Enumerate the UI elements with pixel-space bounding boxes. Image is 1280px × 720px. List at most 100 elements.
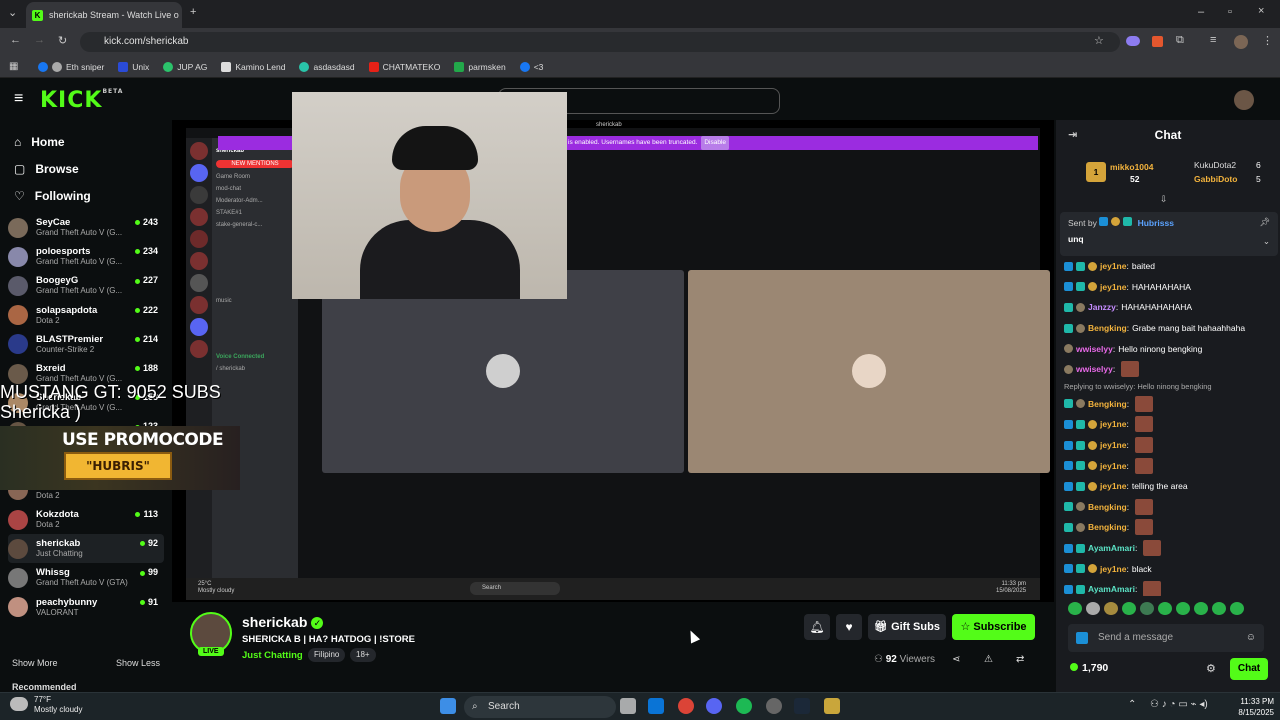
send-chat-button[interactable]: Chat — [1230, 658, 1268, 680]
chat-username[interactable]: Bengking — [1088, 502, 1127, 512]
sidebar-channel[interactable]: Whissg Grand Theft Auto V (GTA) 99 — [8, 563, 164, 592]
store-icon[interactable] — [648, 698, 664, 714]
sidebar-channel[interactable]: SeyCae Grand Theft Auto V (G... 243 — [8, 213, 164, 242]
notification-bell-icon[interactable]: 🔔︎ — [804, 614, 830, 640]
chat-username[interactable]: jey1ne — [1100, 282, 1126, 292]
pinned-message[interactable]: Sent by Hubrisss unq 📌︎ ⌄ — [1060, 212, 1278, 256]
spotify-icon[interactable] — [736, 698, 752, 714]
expand-pinned-icon[interactable]: ⌄ — [1263, 236, 1270, 247]
sidebar-channel[interactable]: BLASTPremier Counter-Strike 2 214 — [8, 330, 164, 359]
chat-message[interactable]: jey1ne: — [1064, 414, 1278, 435]
emoji-icon[interactable]: ☺ — [1246, 624, 1256, 652]
steam-icon[interactable] — [794, 698, 810, 714]
apps-grid-icon[interactable]: ▦ — [9, 61, 18, 72]
chat-username[interactable]: jey1ne — [1100, 440, 1126, 450]
nav-following[interactable]: ♡ Following — [0, 182, 170, 209]
chat-username[interactable]: jey1ne — [1100, 261, 1126, 271]
emote-icon[interactable] — [1212, 602, 1226, 615]
extension-icon[interactable] — [1126, 36, 1140, 46]
taskbar-clock[interactable]: 11:33 PM 8/15/2025 — [1224, 696, 1274, 718]
forward-icon[interactable]: → — [34, 34, 45, 46]
app-icon[interactable] — [824, 698, 840, 714]
chat-username[interactable]: jey1ne — [1100, 461, 1126, 471]
emote-icon[interactable] — [1122, 602, 1136, 615]
chat-message[interactable]: Janzzy: HAHAHAHAHAHA — [1064, 297, 1278, 318]
kick-logo[interactable]: KICKBETA — [40, 88, 123, 113]
emote-icon[interactable] — [1086, 602, 1100, 615]
chat-message[interactable]: jey1ne: black — [1064, 558, 1278, 579]
reload-icon[interactable]: ↻ — [58, 34, 67, 47]
chat-username[interactable]: Bengking — [1088, 522, 1127, 532]
reading-list-icon[interactable]: ≡ — [1210, 34, 1216, 46]
tab-search-icon[interactable]: ⌄ — [8, 6, 17, 19]
emote-icon[interactable] — [1158, 602, 1172, 615]
sidebar-channel[interactable]: sherickab Just Chatting 92 — [8, 534, 164, 564]
chat-username[interactable]: Bengking — [1088, 323, 1127, 333]
streamer-name[interactable]: sherickab ✓ — [242, 614, 324, 630]
back-icon[interactable]: ← — [10, 34, 21, 46]
channel-points[interactable]: 1,790 — [1070, 662, 1108, 674]
category-link[interactable]: Just Chatting — [242, 650, 303, 661]
report-icon[interactable]: ⚠ — [984, 654, 993, 665]
follow-heart-icon[interactable]: ♥ — [836, 614, 862, 640]
bookmark-jup-ag[interactable]: JUP AG — [163, 61, 207, 72]
bookmark-star-icon[interactable]: ☆ — [1094, 34, 1104, 47]
chat-username[interactable]: AyamAmari — [1088, 584, 1135, 594]
sidebar-channel[interactable]: poloesports Grand Theft Auto V (G... 234 — [8, 242, 164, 271]
task-view-icon[interactable] — [620, 698, 636, 714]
chat-message[interactable]: Bengking: — [1064, 394, 1278, 415]
tag-filipino[interactable]: Filipino — [308, 648, 346, 662]
chat-message[interactable]: wwiselyy: Hello ninong bengking — [1064, 338, 1278, 359]
chat-username[interactable]: AyamAmari — [1088, 543, 1135, 553]
menu-kebab-icon[interactable]: ⋮ — [1262, 34, 1273, 47]
chat-message[interactable]: jey1ne: HAHAHAHAHA — [1064, 277, 1278, 298]
discord-icon[interactable] — [706, 698, 722, 714]
chat-input[interactable]: Send a message ☺ — [1068, 624, 1264, 652]
bookmark-parmsken[interactable]: parmsken — [454, 61, 506, 72]
chat-message[interactable]: wwiselyy: — [1064, 359, 1278, 380]
collapse-chat-icon[interactable]: ⇥ — [1068, 120, 1077, 150]
chat-username[interactable]: jey1ne — [1100, 564, 1126, 574]
show-less-button[interactable]: Show Less — [116, 658, 160, 668]
emote-icon[interactable] — [1104, 602, 1118, 615]
bookmark-chatmateko[interactable]: CHATMATEKO — [368, 61, 440, 72]
close-window-icon[interactable]: × — [1258, 5, 1264, 17]
chat-message[interactable]: jey1ne: — [1064, 435, 1278, 456]
windows-start-icon[interactable] — [440, 698, 456, 714]
emote-icon[interactable] — [1176, 602, 1190, 615]
weather-widget[interactable]: 77°F Mostly cloudy — [10, 695, 82, 715]
obs-icon[interactable] — [766, 698, 782, 714]
emote-icon[interactable] — [1194, 602, 1208, 615]
emote-icon[interactable] — [1068, 602, 1082, 615]
sidebar-channel[interactable]: solapsapdota Dota 2 222 — [8, 301, 164, 330]
url-field[interactable]: kick.com/sherickab — [80, 32, 1120, 52]
new-tab-icon[interactable]: + — [190, 6, 196, 18]
minimize-icon[interactable]: – — [1198, 6, 1204, 18]
bookmark-unix[interactable]: Unix — [118, 61, 149, 72]
chat-message[interactable]: jey1ne: — [1064, 455, 1278, 476]
chat-message[interactable]: AyamAmari: — [1064, 579, 1278, 596]
bookmark-asdasdasd[interactable]: asdasdasd — [299, 61, 355, 72]
gift-subs-button[interactable]: 🎁︎ Gift Subs — [868, 614, 946, 640]
taskbar-search[interactable]: ⌕ Search — [464, 696, 616, 718]
chat-message[interactable]: jey1ne: baited — [1064, 256, 1278, 277]
show-more-button[interactable]: Show More — [12, 658, 58, 668]
chat-username[interactable]: Janzzy — [1088, 302, 1116, 312]
subscribe-button[interactable]: ☆ Subscribe — [952, 614, 1035, 640]
user-avatar[interactable] — [1234, 90, 1254, 110]
sidebar-channel[interactable]: BoogeyG Grand Theft Auto V (G... 227 — [8, 271, 164, 300]
tray-chevron-icon[interactable]: ⌃ — [1128, 699, 1136, 710]
chat-username[interactable]: Bengking — [1088, 399, 1127, 409]
chat-message[interactable]: Bengking: — [1064, 497, 1278, 518]
chat-username[interactable]: jey1ne — [1100, 481, 1126, 491]
chat-message[interactable]: Bengking: — [1064, 517, 1278, 538]
bookmark-kamino-lend[interactable]: Kamino Lend — [221, 61, 285, 72]
browser-tab[interactable]: K sherickab Stream - Watch Live o × — [26, 2, 182, 28]
chat-settings-gear-icon[interactable]: ⚙ — [1206, 662, 1216, 675]
share-icon[interactable]: ⋖ — [952, 654, 960, 665]
pin-icon[interactable]: 📌︎ — [1259, 217, 1270, 228]
hamburger-menu-icon[interactable]: ≡ — [14, 90, 23, 108]
chrome-icon[interactable] — [678, 698, 694, 714]
chat-username[interactable]: jey1ne — [1100, 419, 1126, 429]
chat-message[interactable]: jey1ne: telling the area — [1064, 476, 1278, 497]
